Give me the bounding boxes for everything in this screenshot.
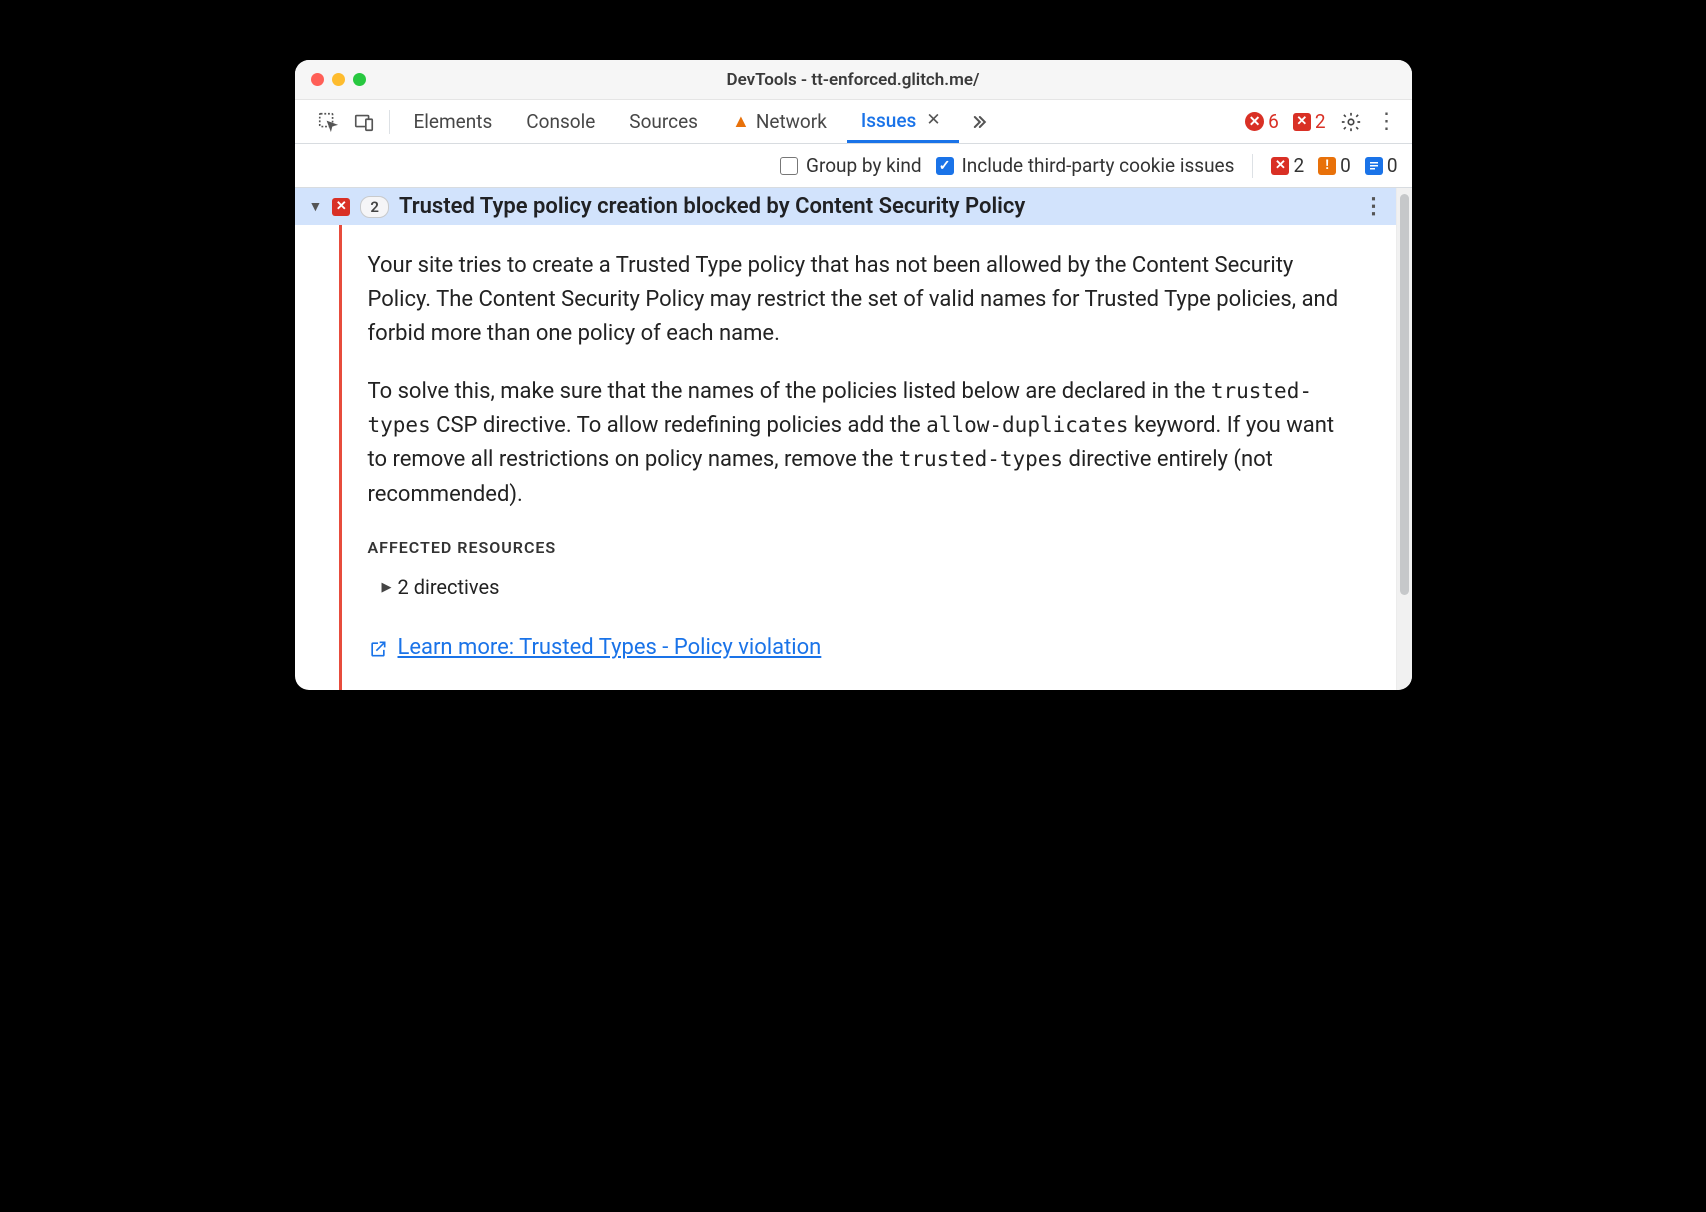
checkbox-unchecked-icon (780, 157, 798, 175)
page-errors-chip[interactable]: ✕ 2 (1271, 154, 1304, 177)
chip-count: 0 (1340, 154, 1351, 177)
close-tab-icon[interactable]: ✕ (922, 110, 944, 130)
issue-paragraph: To solve this, make sure that the names … (368, 375, 1356, 511)
scrollbar[interactable] (1396, 188, 1412, 690)
directives-label: 2 directives (398, 572, 500, 603)
zoom-window-button[interactable] (353, 73, 366, 86)
affected-resources-label: AFFECTED RESOURCES (368, 536, 1356, 561)
tab-label: Network (756, 110, 827, 133)
minimize-window-button[interactable] (332, 73, 345, 86)
error-circle-icon: ✕ (1245, 112, 1264, 131)
code-token: trusted-types (899, 447, 1063, 471)
expand-caret-icon[interactable]: ▼ (309, 198, 323, 215)
devtools-window: DevTools - tt-enforced.glitch.me/ Elemen… (295, 60, 1412, 690)
page-error-icon: ✕ (1271, 157, 1289, 175)
chip-count: 0 (1387, 154, 1398, 177)
external-link-icon (368, 639, 388, 659)
include-third-party-checkbox[interactable]: ✓ Include third-party cookie issues (936, 154, 1235, 177)
separator (1252, 154, 1253, 178)
more-options-icon[interactable]: ⋮ (1372, 105, 1402, 138)
error-count-value: 6 (1268, 110, 1279, 133)
page-error-count[interactable]: ✕ 2 (1289, 106, 1330, 137)
tab-network[interactable]: ▲ Network (718, 100, 841, 143)
affected-directives-row[interactable]: ▶ 2 directives (382, 572, 1356, 603)
tabbar: Elements Console Sources ▲ Network Issue… (295, 100, 1412, 144)
warning-triangle-icon: ▲ (732, 111, 750, 132)
group-by-kind-checkbox[interactable]: Group by kind (780, 154, 922, 177)
window-title: DevTools - tt-enforced.glitch.me/ (295, 70, 1412, 90)
tab-label: Console (526, 110, 595, 133)
window-controls (311, 73, 366, 86)
filter-bar: Group by kind ✓ Include third-party cook… (295, 144, 1412, 188)
breaking-change-chip[interactable]: ! 0 (1318, 154, 1351, 177)
page-error-count-value: 2 (1315, 110, 1326, 133)
tab-label: Elements (414, 110, 493, 133)
close-window-button[interactable] (311, 73, 324, 86)
learn-more-link[interactable]: Learn more: Trusted Types - Policy viola… (398, 631, 822, 665)
separator (389, 110, 390, 134)
page-error-icon: ✕ (1293, 113, 1311, 131)
issue-title: Trusted Type policy creation blocked by … (399, 194, 1025, 219)
page-error-icon: ✕ (332, 198, 350, 216)
checkbox-label: Include third-party cookie issues (962, 154, 1235, 177)
checkbox-checked-icon: ✓ (936, 157, 954, 175)
checkbox-label: Group by kind (806, 154, 922, 177)
issue-count-badge: 2 (360, 196, 389, 218)
issue-body: Your site tries to create a Trusted Type… (339, 225, 1396, 690)
error-count[interactable]: ✕ 6 (1241, 106, 1283, 137)
titlebar: DevTools - tt-enforced.glitch.me/ (295, 60, 1412, 100)
expand-triangle-icon: ▶ (382, 578, 392, 598)
more-tabs-icon[interactable] (965, 108, 993, 136)
issue-header[interactable]: ▼ ✕ 2 Trusted Type policy creation block… (295, 188, 1396, 225)
learn-more-row: Learn more: Trusted Types - Policy viola… (368, 631, 1356, 665)
breaking-change-icon: ! (1318, 157, 1336, 175)
settings-icon[interactable] (1336, 107, 1366, 137)
tab-sources[interactable]: Sources (615, 100, 712, 143)
improvement-icon (1365, 157, 1383, 175)
code-token: allow-duplicates (926, 413, 1128, 437)
tab-label: Issues (861, 109, 916, 132)
tab-console[interactable]: Console (512, 100, 609, 143)
inspect-element-icon[interactable] (313, 107, 343, 137)
improvement-chip[interactable]: 0 (1365, 154, 1398, 177)
tab-issues[interactable]: Issues ✕ (847, 100, 959, 143)
device-toolbar-icon[interactable] (349, 107, 379, 137)
tab-elements[interactable]: Elements (400, 100, 507, 143)
issues-content: ▼ ✕ 2 Trusted Type policy creation block… (295, 188, 1412, 690)
issues-pane: ▼ ✕ 2 Trusted Type policy creation block… (295, 188, 1396, 690)
scrollbar-thumb[interactable] (1400, 194, 1409, 595)
issue-paragraph: Your site tries to create a Trusted Type… (368, 249, 1356, 351)
chip-count: 2 (1293, 154, 1304, 177)
issue-menu-icon[interactable]: ⋮ (1363, 194, 1386, 219)
tab-label: Sources (629, 110, 698, 133)
